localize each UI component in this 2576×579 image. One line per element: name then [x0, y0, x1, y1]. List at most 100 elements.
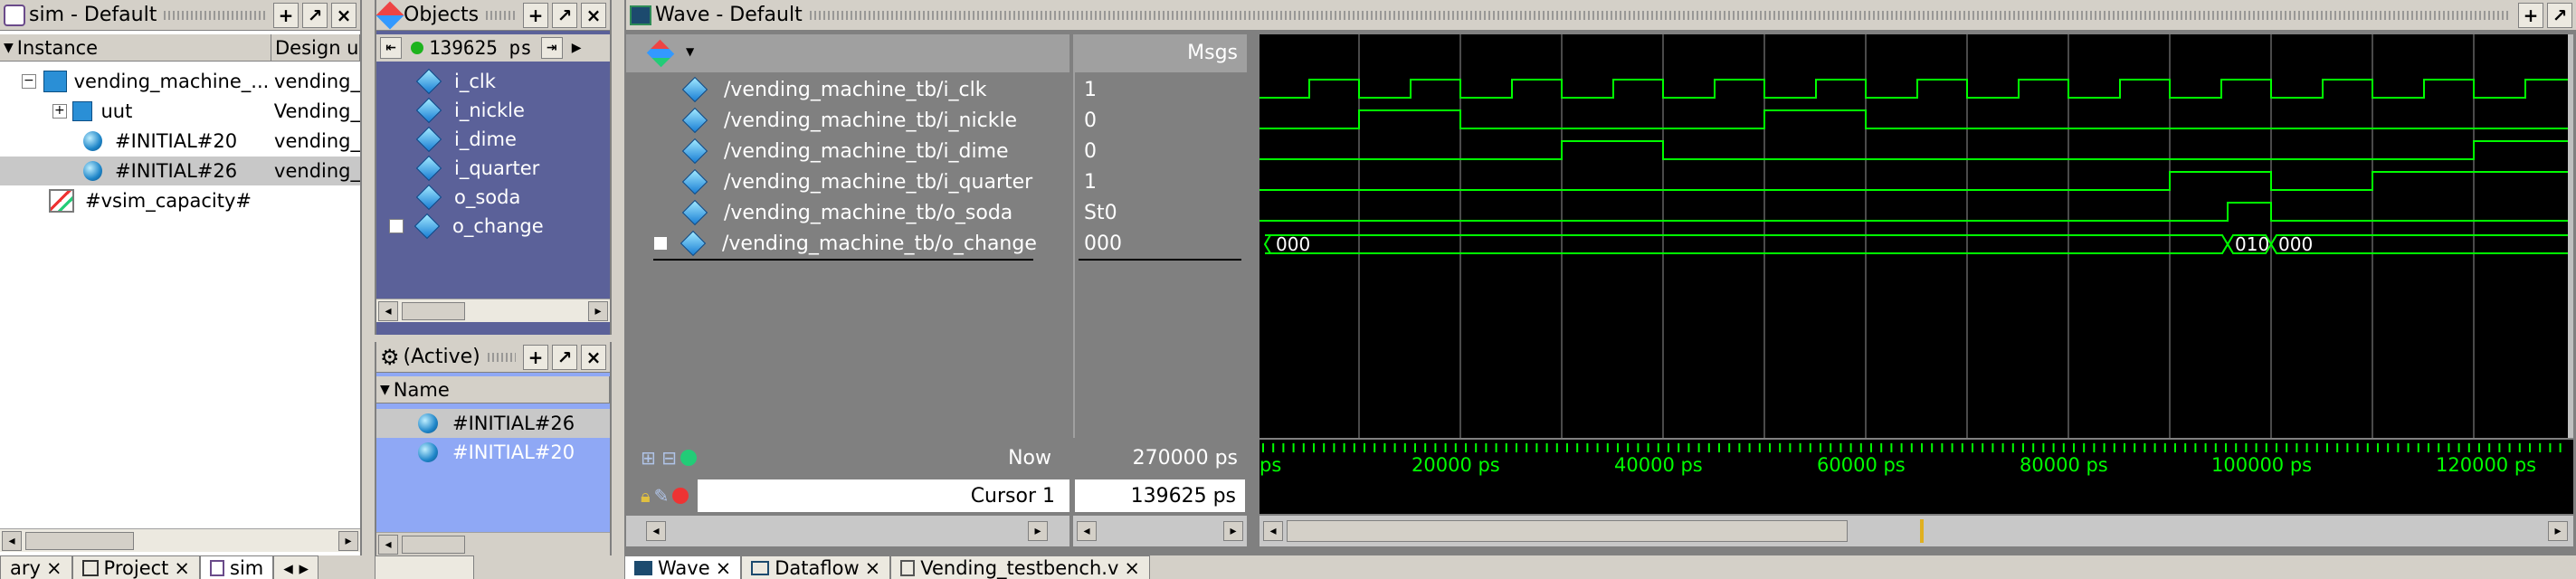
cursor-label-box[interactable]: Cursor 1 [698, 479, 1069, 512]
add-icon[interactable]: + [2518, 2, 2543, 28]
remove-cursor-icon[interactable] [672, 488, 689, 504]
wave-value-scrollbar[interactable]: ◂ ▸ [1073, 516, 1247, 546]
signal-row[interactable]: /vending_machine_tb/o_soda [626, 197, 1069, 228]
wave-name-scrollbar[interactable]: ◂ ▸ [626, 516, 1069, 546]
scroll-left-icon[interactable]: ◂ [2, 531, 22, 551]
expand-icon[interactable]: + [653, 236, 668, 251]
tree-row[interactable]: + uut Vending_ [0, 97, 360, 126]
wave-time-scrollbar[interactable]: ◂ ▸ [1259, 516, 2573, 546]
wave-i-nickle [1259, 109, 2573, 129]
active-item-selected[interactable]: #INITIAL#26 [376, 409, 610, 438]
objects-horizontal-scrollbar[interactable]: ◂ ▸ [376, 299, 610, 322]
add-cursor-icon[interactable] [680, 450, 697, 466]
scroll-right-icon[interactable]: ▸ [338, 531, 358, 551]
more-arrow-icon[interactable]: ▶ [572, 41, 582, 55]
active-drag-grip[interactable] [487, 352, 516, 362]
signal-icon [681, 199, 708, 226]
waveform-svg[interactable]: 000 010 000 [1259, 34, 2573, 438]
waveform-area[interactable]: 000 010 000 [1259, 34, 2573, 438]
undock-icon[interactable]: ↗ [552, 344, 577, 370]
object-item[interactable]: + o_change [376, 212, 610, 241]
expand-icon[interactable]: + [389, 219, 404, 233]
object-item[interactable]: i_nickle [376, 96, 610, 125]
close-icon[interactable]: × [1124, 557, 1140, 579]
object-item[interactable]: o_soda [376, 183, 610, 212]
close-icon[interactable]: × [581, 2, 606, 28]
scroll-right-icon[interactable]: ▸ [1223, 521, 1243, 541]
undock-icon[interactable]: ↗ [2547, 2, 2572, 28]
undock-icon[interactable]: ↗ [302, 2, 328, 28]
tree-row[interactable]: #INITIAL#20 vending_ [0, 127, 360, 156]
expand-icon[interactable]: + [52, 104, 67, 119]
scroll-left-icon[interactable]: ◂ [1077, 521, 1097, 541]
add-icon[interactable]: + [523, 2, 548, 28]
tree-row[interactable]: #vsim_capacity# [0, 186, 360, 215]
scroll-left-icon[interactable]: ◂ [378, 301, 398, 321]
sim-tab-icon [210, 559, 225, 576]
scroll-right-icon[interactable]: ▸ [2548, 521, 2568, 541]
scroll-right-icon[interactable]: ▸ [588, 301, 608, 321]
scroll-left-icon[interactable]: ◂ [646, 521, 666, 541]
signal-icon [415, 155, 442, 182]
tab-library[interactable]: ary × [0, 555, 72, 579]
wave-pane: Wave - Default + ↗ ▼ Msgs /vending_machi… [624, 0, 2576, 555]
time-jump-icon[interactable]: ⇤ [380, 37, 402, 59]
collapse-icon[interactable]: − [22, 74, 36, 89]
sim-drag-grip[interactable] [164, 10, 266, 20]
edit-cursor-icon[interactable]: ✎ [654, 485, 670, 507]
wave-menu-icon[interactable] [646, 39, 675, 68]
signal-row[interactable]: /vending_machine_tb/i_quarter [626, 166, 1069, 197]
object-item[interactable]: i_dime [376, 125, 610, 154]
close-icon[interactable]: × [174, 557, 190, 579]
scroll-right-icon[interactable]: ▸ [1028, 521, 1048, 541]
scroll-thumb[interactable] [1287, 520, 1848, 542]
objects-drag-grip[interactable] [486, 10, 516, 20]
close-icon[interactable]: × [865, 557, 881, 579]
tab-scroll-arrows[interactable]: ◂ ▸ [273, 555, 319, 579]
signal-row[interactable]: /vending_machine_tb/i_clk [626, 74, 1069, 105]
scroll-thumb[interactable] [402, 536, 465, 554]
time-step-icon[interactable]: ⇥ [540, 37, 563, 59]
time-tick-label: ps [1259, 454, 1281, 476]
tab-project[interactable]: Project × [71, 555, 201, 579]
tab-sim[interactable]: sim [200, 555, 274, 579]
sim-column-header: ▼ Instance Design ur [0, 34, 360, 62]
sim-horizontal-scrollbar[interactable]: ◂ ▸ [0, 528, 360, 552]
active-item[interactable]: #INITIAL#20 [376, 438, 610, 467]
signal-icon [415, 68, 442, 95]
signal-row[interactable]: /vending_machine_tb/i_nickle [626, 105, 1069, 136]
active-horizontal-scrollbar[interactable]: ◂ [376, 532, 610, 555]
close-icon[interactable]: × [46, 557, 62, 579]
tab-wave[interactable]: Wave × [624, 555, 742, 579]
tab-source-file[interactable]: Vending_testbench.v × [890, 555, 1150, 579]
column-name[interactable]: ▼ Name [376, 376, 610, 403]
time-status-dot-icon [411, 42, 423, 54]
scroll-left-icon[interactable]: ◂ [1263, 521, 1283, 541]
objects-list: i_clk i_nickle i_dime i_quarter o_soda +… [376, 63, 610, 295]
tree-row[interactable]: − vending_machine_... vending_ [0, 67, 360, 96]
wave-drag-grip[interactable] [809, 10, 2511, 20]
signal-row[interactable]: /vending_machine_tb/i_dime [626, 136, 1069, 166]
tab-dataflow[interactable]: Dataflow × [741, 555, 891, 579]
dropdown-arrow-icon[interactable]: ▼ [686, 45, 694, 58]
column-design-unit[interactable]: Design ur [271, 34, 360, 61]
signal-row[interactable]: +/vending_machine_tb/o_change [626, 228, 1069, 259]
tree-row-selected[interactable]: #INITIAL#26 vending_ [0, 157, 360, 185]
close-icon[interactable]: × [581, 344, 606, 370]
column-instance[interactable]: ▼ Instance [0, 34, 271, 61]
signal-value: 0 [1084, 139, 1097, 163]
close-icon[interactable]: × [331, 2, 356, 28]
undock-icon[interactable]: ↗ [552, 2, 577, 28]
scroll-left-icon[interactable]: ◂ [378, 535, 398, 555]
object-item[interactable]: i_clk [376, 67, 610, 96]
close-icon[interactable]: × [716, 557, 732, 579]
add-icon[interactable]: + [523, 344, 548, 370]
scroll-thumb[interactable] [25, 532, 134, 550]
add-icon[interactable]: + [273, 2, 299, 28]
waveform-add-icons[interactable]: ⊞ ⊟ [641, 447, 677, 469]
lock-icon[interactable]: 🔒︎ [641, 485, 651, 507]
scroll-thumb[interactable] [402, 302, 465, 320]
object-item[interactable]: i_quarter [376, 154, 610, 183]
msgs-label: Msgs [1187, 42, 1238, 64]
tab-objects-stub[interactable] [375, 555, 474, 579]
